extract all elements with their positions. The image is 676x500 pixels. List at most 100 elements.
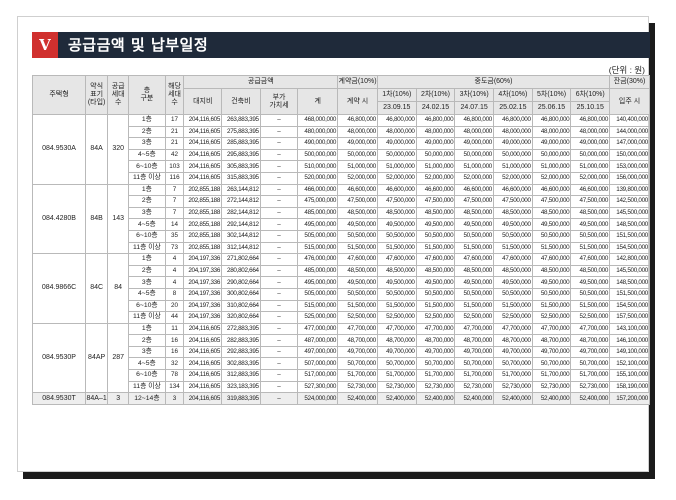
vat-cell: –	[259, 264, 299, 278]
total-price-cell: 485,000,000	[297, 264, 339, 278]
land-price-cell: 204,116,605	[183, 392, 223, 405]
balance-cell: 157,200,000	[609, 392, 650, 405]
interim-installment-1-cell: 48,500,000	[376, 206, 417, 220]
vat-cell: –	[259, 206, 299, 220]
land-price-cell: 204,116,605	[183, 125, 223, 139]
interim-installment-6-cell: 48,000,000	[570, 125, 611, 139]
interim-installment-4-cell: 50,500,000	[493, 287, 533, 301]
land-price-cell: 204,116,605	[183, 160, 223, 173]
header-land: 대지비	[183, 88, 223, 115]
balance-cell: 147,000,000	[609, 137, 650, 150]
interim-installment-1-cell: 51,000,000	[376, 160, 417, 173]
interim-installment-1-cell: 51,700,000	[376, 369, 417, 382]
floor-cell: 1층	[128, 183, 166, 197]
floor-cell: 11층 이상	[128, 171, 166, 185]
deposit-cell: 52,730,000	[337, 380, 378, 394]
interim-installment-2-cell: 48,700,000	[415, 334, 456, 347]
header-abbr: 약식 표기 (타입)	[85, 75, 109, 115]
vat-cell: –	[259, 160, 299, 173]
header-installment-5-date: 25.06.15	[531, 101, 572, 115]
interim-installment-6-cell: 51,500,000	[570, 241, 611, 255]
floor-cell: 1층	[128, 114, 166, 127]
interim-installment-3-cell: 48,500,000	[454, 206, 494, 220]
deposit-cell: 51,500,000	[337, 299, 378, 313]
interim-installment-6-cell: 50,000,000	[570, 148, 611, 162]
floor-cell: 4~5층	[128, 357, 166, 371]
building-price-cell: 315,883,395	[221, 171, 261, 185]
vat-cell: –	[259, 392, 299, 405]
unit-count-cell: 20	[164, 299, 185, 313]
deposit-cell: 47,700,000	[337, 322, 378, 336]
building-price-cell: 280,802,664	[221, 264, 261, 278]
interim-installment-1-cell: 47,500,000	[376, 195, 417, 208]
total-price-cell: 520,000,000	[297, 171, 339, 185]
building-price-cell: 323,183,395	[221, 380, 261, 394]
unit-count-cell: 4	[164, 264, 185, 278]
interim-installment-2-cell: 50,500,000	[415, 229, 456, 243]
deposit-cell: 52,000,000	[337, 171, 378, 185]
interim-installment-1-cell: 47,700,000	[376, 322, 417, 336]
vat-cell: –	[259, 253, 299, 266]
total-price-cell: 507,000,000	[297, 357, 339, 371]
balance-cell: 140,400,000	[609, 114, 650, 127]
interim-installment-5-cell: 49,000,000	[531, 137, 572, 150]
building-price-cell: 263,144,812	[221, 183, 261, 197]
document-frame: V 공급금액 및 납부일정 (단위 : 원) 주택형 약식 표기 (타입) 공급…	[17, 16, 650, 472]
balance-cell: 157,500,000	[609, 311, 650, 324]
deposit-cell: 47,500,000	[337, 195, 378, 208]
unit-count-cell: 134	[164, 380, 185, 394]
interim-installment-5-cell: 52,730,000	[531, 380, 572, 394]
interim-installment-5-cell: 52,400,000	[531, 392, 572, 405]
unit-count-cell: 4	[164, 253, 185, 266]
interim-installment-3-cell: 48,500,000	[454, 264, 494, 278]
interim-installment-6-cell: 50,700,000	[570, 357, 611, 371]
unit-count-cell: 32	[164, 357, 185, 371]
total-price-cell: 515,000,000	[297, 241, 339, 255]
floor-cell: 11층 이상	[128, 311, 166, 324]
vat-cell: –	[259, 380, 299, 394]
interim-installment-2-cell: 48,500,000	[415, 264, 456, 278]
header-installment-2-date: 24.02.15	[415, 101, 456, 115]
header-floor: 층 구분	[128, 75, 166, 115]
interim-installment-5-cell: 49,500,000	[531, 276, 572, 289]
interim-installment-3-cell: 47,500,000	[454, 195, 494, 208]
supply-units-cell: 320	[107, 114, 130, 185]
header-total: 계	[297, 88, 339, 115]
interim-installment-2-cell: 49,500,000	[415, 276, 456, 289]
balance-cell: 149,100,000	[609, 345, 650, 359]
interim-installment-5-cell: 50,500,000	[531, 229, 572, 243]
land-price-cell: 202,855,188	[183, 241, 223, 255]
unit-count-cell: 21	[164, 137, 185, 150]
header-installment-3-date: 24.07.15	[454, 101, 494, 115]
balance-cell: 142,800,000	[609, 253, 650, 266]
deposit-cell: 52,500,000	[337, 311, 378, 324]
unit-count-cell: 16	[164, 334, 185, 347]
land-price-cell: 202,855,188	[183, 229, 223, 243]
vat-cell: –	[259, 369, 299, 382]
supply-units-cell: 84	[107, 253, 130, 324]
interim-installment-4-cell: 48,700,000	[493, 334, 533, 347]
header-installment-4: 4차(10%)	[493, 88, 533, 102]
balance-cell: 144,000,000	[609, 125, 650, 139]
unit-count-cell: 78	[164, 369, 185, 382]
header-installment-5: 5차(10%)	[531, 88, 572, 102]
land-price-cell: 204,197,336	[183, 253, 223, 266]
total-price-cell: 466,000,000	[297, 183, 339, 197]
supply-units-cell: 3	[107, 392, 130, 405]
interim-installment-4-cell: 46,600,000	[493, 183, 533, 197]
interim-installment-1-cell: 51,500,000	[376, 299, 417, 313]
type-abbr-cell: 84C	[85, 253, 109, 324]
type-abbr-cell: 84B	[85, 183, 109, 255]
unit-count-cell: 35	[164, 229, 185, 243]
interim-installment-6-cell: 52,400,000	[570, 392, 611, 405]
interim-installment-4-cell: 50,500,000	[493, 229, 533, 243]
interim-installment-6-cell: 49,700,000	[570, 345, 611, 359]
header-housing-type: 주택형	[31, 75, 87, 115]
interim-installment-3-cell: 46,800,000	[454, 114, 494, 127]
interim-installment-5-cell: 49,700,000	[531, 345, 572, 359]
total-price-cell: 500,000,000	[297, 148, 339, 162]
header-supply-price: 공급금액	[183, 75, 339, 89]
building-price-cell: 292,883,395	[221, 345, 261, 359]
floor-cell: 11층 이상	[128, 380, 166, 394]
header-installment-1-date: 23.09.15	[376, 101, 417, 115]
